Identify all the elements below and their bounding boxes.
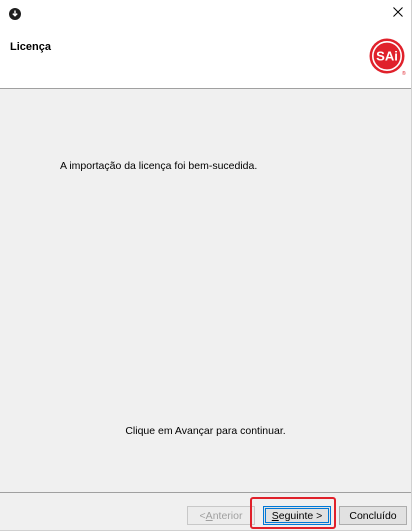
sai-logo: SAi ® bbox=[367, 36, 407, 77]
previous-button[interactable]: < Anterior bbox=[187, 506, 255, 525]
finish-button[interactable]: Concluído bbox=[339, 506, 407, 525]
download-circle-icon bbox=[9, 8, 21, 20]
svg-text:®: ® bbox=[402, 70, 406, 76]
next-button-highlight bbox=[250, 497, 336, 529]
wizard-header: Licença SAi ® bbox=[0, 28, 411, 88]
continue-message: Clique em Avançar para continuar. bbox=[125, 425, 286, 437]
success-message: A importação da licença foi bem-sucedida… bbox=[60, 160, 258, 172]
logo-text: SAi bbox=[376, 49, 398, 64]
license-wizard-window: Licença SAi ® A importação da licença fo… bbox=[0, 0, 412, 531]
page-title: Licença bbox=[10, 41, 51, 53]
wizard-content: A importação da licença foi bem-sucedida… bbox=[0, 89, 411, 492]
title-bar bbox=[0, 0, 411, 28]
wizard-footer: < Anterior Seguinte > Concluído bbox=[0, 493, 411, 530]
close-icon bbox=[393, 6, 403, 20]
close-button[interactable] bbox=[385, 0, 411, 26]
